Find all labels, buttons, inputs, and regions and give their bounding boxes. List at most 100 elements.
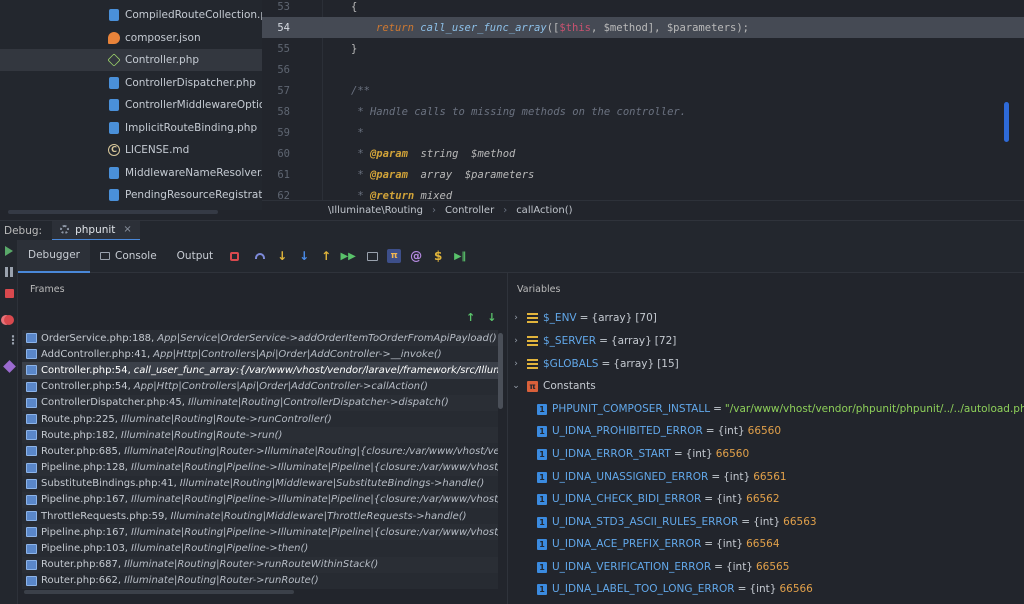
tree-item-label: composer.json xyxy=(125,32,201,44)
frame-row[interactable]: Pipeline.php:167, Illuminate|Routing|Pipe… xyxy=(22,524,498,541)
chevron-down-icon[interactable]: ⌄ xyxy=(511,381,521,391)
frame-file: Controller.php:54, xyxy=(41,381,131,393)
code-line: 53 { xyxy=(262,0,1024,17)
frame-row[interactable]: Router.php:685, Illuminate|Routing|Router… xyxy=(22,443,498,460)
pin-icon[interactable] xyxy=(3,360,16,373)
frame-row[interactable]: SubstituteBindings.php:41, Illuminate|Rou… xyxy=(22,475,498,492)
frame-row[interactable]: Route.php:182, Illuminate|Routing|Route->… xyxy=(22,427,498,444)
tree-item[interactable]: ImplicitRouteBinding.php xyxy=(108,117,262,139)
constant-type: {int} xyxy=(685,448,713,460)
frame-up-icon[interactable]: ↑ xyxy=(466,311,475,324)
step-into-button[interactable]: ↓ xyxy=(271,240,293,273)
tree-horizontal-scrollbar[interactable] xyxy=(8,210,218,214)
equals-sign: = xyxy=(579,312,589,324)
license-icon: C xyxy=(108,144,120,156)
constant-value: 66563 xyxy=(783,516,817,528)
tree-item[interactable]: composer.json xyxy=(108,27,262,49)
php-file-icon xyxy=(109,122,119,134)
constant-row[interactable]: 1 PHPUNIT_COMPOSER_INSTALL = "/var/www/vhos… xyxy=(509,398,1024,420)
constant-row[interactable]: 1 U_IDNA_ACE_PREFIX_ERROR = {int} 66564 xyxy=(509,533,1024,555)
equals-sign: = xyxy=(601,358,611,370)
constant-row[interactable]: 1 U_IDNA_UNASSIGNED_ERROR = {int} 66561 xyxy=(509,466,1024,488)
frames-horizontal-scrollbar[interactable] xyxy=(24,590,294,594)
constant-row[interactable]: 1 U_IDNA_VERIFICATION_ERROR = {int} 66565 xyxy=(509,556,1024,578)
tab-console[interactable]: Console xyxy=(90,240,167,273)
constant-value: "/var/www/vhost/vendor/phpunit/phpunit/.… xyxy=(724,403,1024,415)
php-settings-button[interactable]: π xyxy=(383,240,405,273)
run-to-cursor-button[interactable]: ▶▶ xyxy=(337,240,359,273)
variable-group-row[interactable]: › $_SERVER = {array} [72] xyxy=(509,330,1024,352)
frame-row[interactable]: AddController.php:41, App|Http|Controller… xyxy=(22,346,498,363)
php-file-icon xyxy=(109,77,119,89)
constants-icon: π xyxy=(527,380,538,392)
constant-type: {int} xyxy=(716,493,744,505)
constant-name: U_IDNA_ACE_PREFIX_ERROR xyxy=(552,538,702,550)
line-number: 54 xyxy=(277,21,290,34)
variable-group-row[interactable]: › $GLOBALS = {array} [15] xyxy=(509,353,1024,375)
equals-sign: = xyxy=(673,448,683,460)
chevron-right-icon[interactable]: › xyxy=(511,336,521,346)
doc-var: $parameters xyxy=(452,168,535,181)
tree-item-selected[interactable]: Controller.php xyxy=(0,49,262,71)
variables-button[interactable]: $ xyxy=(427,240,449,273)
constant-row[interactable]: 1 U_IDNA_ERROR_START = {int} 66560 xyxy=(509,443,1024,465)
frame-row[interactable]: ControllerDispatcher.php:45, Illuminate|R… xyxy=(22,394,498,411)
frame-row[interactable]: Pipeline.php:167, Illuminate|Routing|Pipe… xyxy=(22,491,498,509)
constant-row[interactable]: 1 U_IDNA_PROHIBITED_ERROR = {int} 66560 xyxy=(509,420,1024,442)
tab-output[interactable]: Output xyxy=(167,240,223,273)
view-breakpoints-icon[interactable] xyxy=(4,315,14,325)
tab-phpunit[interactable]: phpunit × xyxy=(52,220,140,241)
code-editor[interactable]: 53 { 54 return call_user_func_array([$this… xyxy=(262,0,1024,220)
frame-row[interactable]: Router.php:687, Illuminate|Routing|Router… xyxy=(22,556,498,573)
evaluate-button[interactable] xyxy=(361,240,383,273)
force-step-into-button[interactable]: ↓ xyxy=(293,240,315,273)
constant-row[interactable]: 1 U_IDNA_CHECK_BIDI_ERROR = {int} 66562 xyxy=(509,488,1024,510)
line-number: 61 xyxy=(277,168,290,181)
code-comment: * Handle calls to missing methods on the… xyxy=(351,105,687,118)
frame-row[interactable]: Route.php:225, Illuminate|Routing|Route->… xyxy=(22,410,498,428)
tab-debugger[interactable]: Debugger xyxy=(18,239,90,273)
at-sign-icon: @ xyxy=(410,249,423,263)
step-over-button[interactable] xyxy=(249,240,271,273)
resume-icon[interactable] xyxy=(5,246,13,256)
frame-row[interactable]: Controller.php:54, App|Http|Controllers|A… xyxy=(22,378,498,395)
frame-row[interactable]: ThrottleRequests.php:59, Illuminate|Routi… xyxy=(22,508,498,525)
pause-icon[interactable] xyxy=(5,267,13,277)
chevron-right-icon[interactable]: › xyxy=(511,359,521,369)
tree-item[interactable]: ControllerMiddlewareOptions xyxy=(108,94,262,116)
tree-item[interactable]: PendingResourceRegistration xyxy=(108,184,262,206)
frame-row[interactable]: Router.php:662, Illuminate|Routing|Router… xyxy=(22,572,498,589)
frames-scrollbar[interactable] xyxy=(498,333,503,409)
frame-row-selected[interactable]: Controller.php:54, call_user_func_array:{… xyxy=(22,362,498,379)
watch-button[interactable]: @ xyxy=(405,240,427,273)
equals-sign: = xyxy=(737,583,747,595)
chevron-right-icon[interactable]: › xyxy=(511,313,521,323)
stop-icon[interactable] xyxy=(5,289,14,298)
frame-row[interactable]: Pipeline.php:128, Illuminate|Routing|Pipe… xyxy=(22,459,498,476)
tree-item[interactable]: CompiledRouteCollection.php xyxy=(108,4,262,26)
breadcrumb-item[interactable]: Controller xyxy=(445,205,494,216)
constant-type: {int} xyxy=(716,538,744,550)
tree-item[interactable]: MiddlewareNameResolver.ph xyxy=(108,162,262,184)
frame-row[interactable]: OrderService.php:188, App|Service|OrderSe… xyxy=(22,330,498,347)
doc-type: string xyxy=(407,147,459,160)
resume-program-button[interactable]: ▶‖ xyxy=(449,240,471,273)
constant-row[interactable]: 1 U_IDNA_LABEL_TOO_LONG_ERROR = {int} 66566 xyxy=(509,578,1024,600)
frame-row[interactable]: Pipeline.php:103, Illuminate|Routing|Pipe… xyxy=(22,540,498,557)
breadcrumb-item[interactable]: \Illuminate\Routing xyxy=(328,205,423,216)
constant-row[interactable]: 1 U_IDNA_STD3_ASCII_RULES_ERROR = {int} 6656… xyxy=(509,511,1024,533)
class-icon xyxy=(107,53,121,67)
layout-settings-button[interactable] xyxy=(223,240,245,273)
frame-down-icon[interactable]: ↓ xyxy=(487,311,496,324)
constants-group-row[interactable]: ⌄ π Constants xyxy=(509,375,1024,397)
frames-list[interactable]: OrderService.php:188, App|Service|OrderSe… xyxy=(22,330,498,592)
breadcrumb-item[interactable]: callAction() xyxy=(516,205,572,216)
project-tree: CompiledRouteCollection.php composer.jso… xyxy=(0,0,262,210)
frame-method: Illuminate|Routing|Middleware|Substitute… xyxy=(179,478,485,490)
step-out-button[interactable]: ↑ xyxy=(315,240,337,273)
variable-group-row[interactable]: › $_ENV = {array} [70] xyxy=(509,307,1024,329)
tree-item[interactable]: ControllerDispatcher.php xyxy=(108,72,262,94)
tree-item[interactable]: C LICENSE.md xyxy=(108,139,262,161)
editor-scrollbar[interactable] xyxy=(1004,102,1009,142)
close-icon[interactable]: × xyxy=(123,224,131,235)
